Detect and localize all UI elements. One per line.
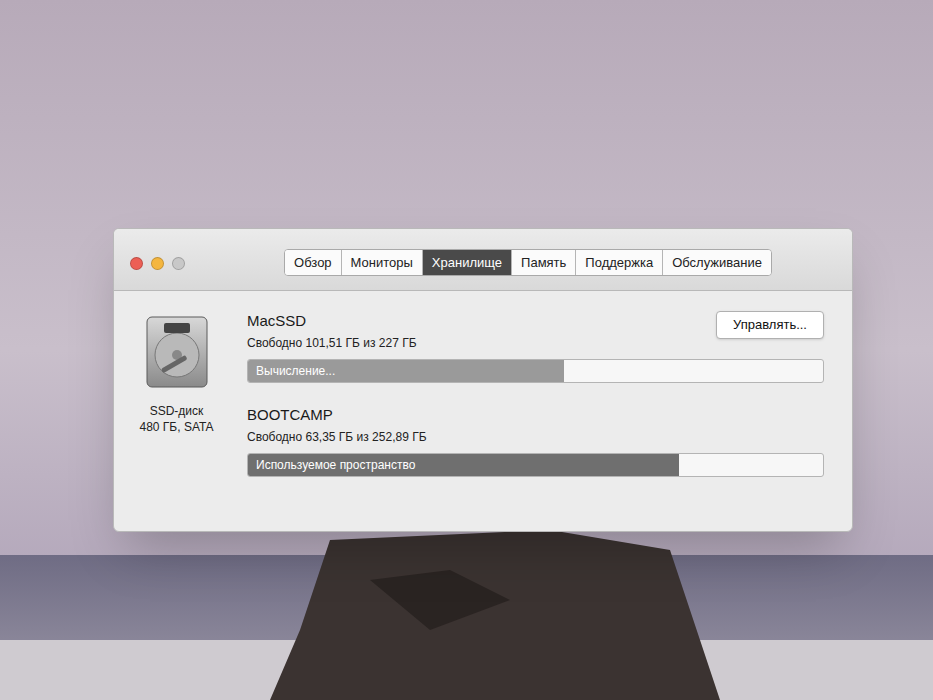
storage-pane: SSD-диск480 ГБ, SATAУправлять...MacSSDСв… (114, 291, 852, 531)
tab[interactable]: Обзор (285, 250, 341, 276)
disk-type: SSD-диск (150, 403, 204, 419)
traffic-lights (130, 257, 185, 270)
manage-button[interactable]: Управлять... (716, 311, 824, 339)
volume: BOOTCAMPСвободно 63,35 ГБ из 252,89 ГБ Ис… (247, 405, 824, 477)
tab[interactable]: Поддержка (575, 250, 662, 276)
rock-picture (250, 520, 730, 700)
close-button[interactable] (130, 257, 143, 270)
hard-drive-icon (144, 315, 210, 389)
tab-bar: ОбзорМониторыХранилищеПамятьПоддержкаОбс… (284, 249, 772, 277)
usage-label: Используемое пространство (256, 454, 415, 476)
tab[interactable]: Обслуживание (662, 250, 771, 276)
tab[interactable]: Память (511, 250, 575, 276)
disk-column: SSD-диск480 ГБ, SATA (114, 311, 239, 531)
zoom-button (172, 257, 185, 270)
disk-size: 480 ГБ, SATA (140, 419, 214, 435)
tab[interactable]: Мониторы (341, 250, 422, 276)
usage-label: Вычисление... (256, 360, 335, 382)
tab[interactable]: Хранилище (422, 250, 511, 276)
volume-free: Свободно 63,35 ГБ из 252,89 ГБ (247, 427, 824, 447)
usage-bar: Используемое пространство (247, 453, 824, 477)
toolbar: ОбзорМониторыХранилищеПамятьПоддержкаОбс… (114, 229, 852, 291)
desktop: ОбзорМониторыХранилищеПамятьПоддержкаОбс… (0, 0, 933, 700)
minimize-button[interactable] (151, 257, 164, 270)
volume-name: BOOTCAMP (247, 405, 824, 425)
volumes: Управлять...MacSSDСвободно 101,51 ГБ из … (239, 311, 852, 531)
about-window[interactable]: ОбзорМониторыХранилищеПамятьПоддержкаОбс… (113, 228, 853, 532)
usage-bar: Вычисление... (247, 359, 824, 383)
